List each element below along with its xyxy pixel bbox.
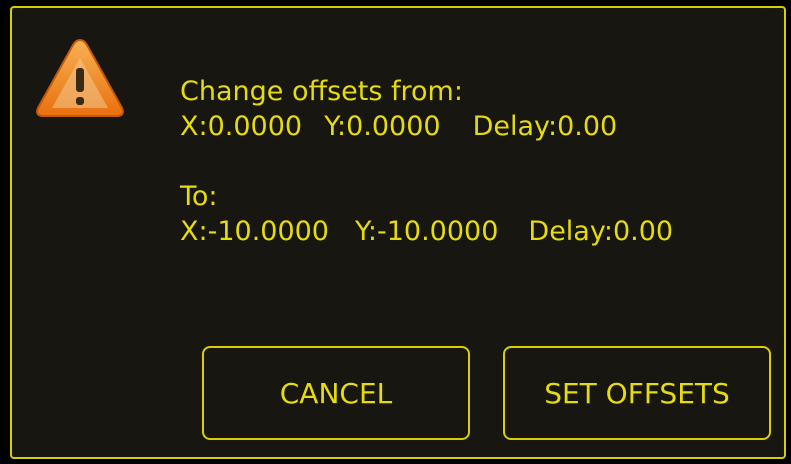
from-values: X:0.0000 Y:0.0000 Delay:0.00 [180, 109, 673, 144]
from-delay-value: Delay:0.00 [472, 111, 618, 142]
offsets-confirm-dialog: Change offsets from: X:0.0000 Y:0.0000 Del… [10, 6, 786, 459]
to-values: X:-10.0000 Y:-10.0000 Delay:0.00 [180, 214, 673, 249]
from-y-value: Y:0.0000 [324, 111, 441, 142]
warning-icon [36, 38, 124, 117]
to-delay-value: Delay:0.00 [528, 216, 674, 247]
set-offsets-button[interactable]: SET OFFSETS [503, 346, 771, 440]
message-heading: Change offsets from: [180, 76, 463, 107]
cancel-button[interactable]: CANCEL [202, 346, 470, 440]
to-y-value: Y:-10.0000 [355, 216, 499, 247]
to-x-value: X:-10.0000 [180, 216, 329, 247]
to-label: To: [180, 181, 218, 212]
from-x-value: X:0.0000 [180, 111, 303, 142]
offsets-message: Change offsets from: X:0.0000 Y:0.0000 Del… [180, 74, 673, 249]
